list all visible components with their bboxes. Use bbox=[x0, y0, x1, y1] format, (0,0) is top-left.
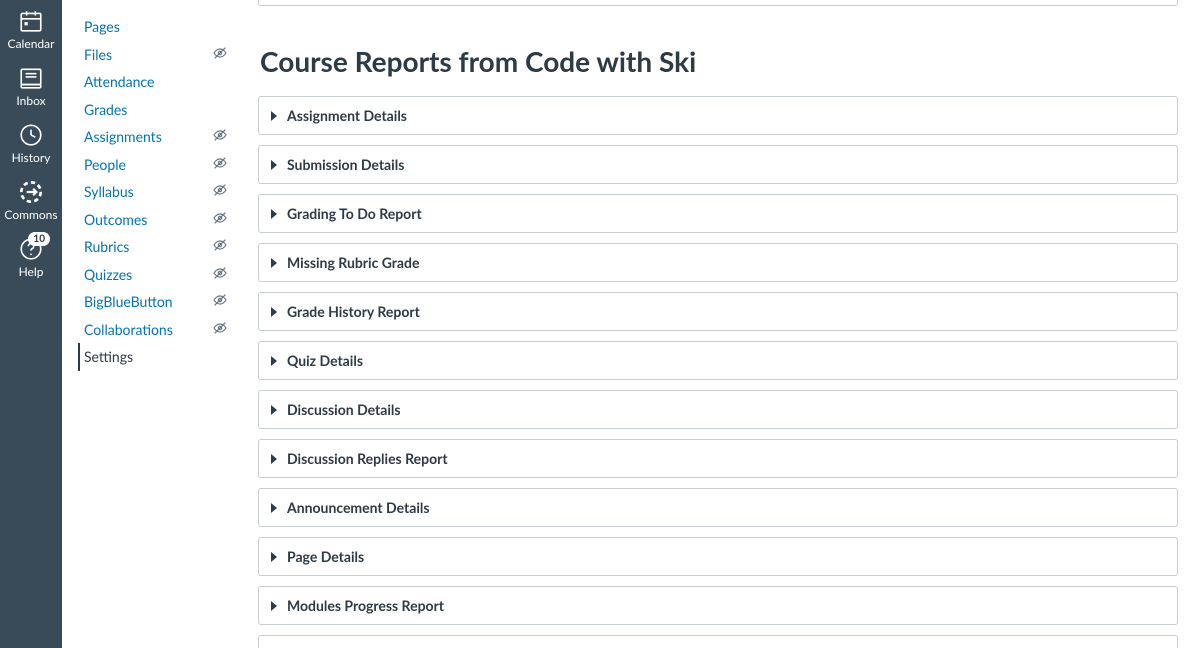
nav-help-label: Help bbox=[19, 264, 44, 279]
report-label: Announcement Details bbox=[287, 499, 430, 516]
course-nav-item[interactable]: BigBlueButton bbox=[84, 288, 240, 316]
course-nav-item[interactable]: Attendance bbox=[84, 68, 240, 96]
report-row[interactable]: Assignment Details bbox=[258, 96, 1178, 135]
report-label: Grading To Do Report bbox=[287, 205, 422, 222]
nav-commons-label: Commons bbox=[4, 207, 57, 222]
course-nav-link[interactable]: Assignments bbox=[84, 128, 162, 145]
disclosure-triangle-icon bbox=[271, 503, 277, 513]
disclosure-triangle-icon bbox=[271, 209, 277, 219]
report-row[interactable]: Enrollment Report bbox=[258, 635, 1178, 648]
top-card-fragment bbox=[258, 0, 1178, 6]
course-nav-item[interactable]: Files bbox=[84, 41, 240, 69]
report-label: Submission Details bbox=[287, 156, 404, 173]
course-nav-link[interactable]: Syllabus bbox=[84, 183, 134, 200]
report-row[interactable]: Submission Details bbox=[258, 145, 1178, 184]
course-nav-link[interactable]: Attendance bbox=[84, 73, 154, 90]
hidden-icon bbox=[212, 237, 228, 256]
course-nav-link[interactable]: Collaborations bbox=[84, 321, 173, 338]
report-label: Assignment Details bbox=[287, 107, 407, 124]
page-title: Course Reports from Code with Ski bbox=[260, 44, 1178, 78]
hidden-icon bbox=[212, 127, 228, 146]
course-nav-link[interactable]: Outcomes bbox=[84, 211, 147, 228]
hidden-icon bbox=[212, 320, 228, 339]
disclosure-triangle-icon bbox=[271, 454, 277, 464]
course-nav-item[interactable]: Quizzes bbox=[84, 261, 240, 289]
report-label: Modules Progress Report bbox=[287, 597, 444, 614]
course-nav-link[interactable]: Settings bbox=[84, 348, 133, 365]
course-nav-link[interactable]: Files bbox=[84, 46, 112, 63]
disclosure-triangle-icon bbox=[271, 405, 277, 415]
nav-inbox[interactable]: Inbox bbox=[0, 59, 62, 116]
hidden-icon bbox=[212, 265, 228, 284]
report-label: Grade History Report bbox=[287, 303, 420, 320]
course-nav-item[interactable]: Pages bbox=[84, 13, 240, 41]
report-label: Discussion Details bbox=[287, 401, 401, 418]
course-nav-item[interactable]: Grades bbox=[84, 96, 240, 124]
disclosure-triangle-icon bbox=[271, 160, 277, 170]
course-nav-item[interactable]: People bbox=[84, 151, 240, 179]
hidden-icon bbox=[212, 45, 228, 64]
report-row[interactable]: Discussion Details bbox=[258, 390, 1178, 429]
inbox-icon bbox=[18, 65, 44, 91]
nav-calendar-label: Calendar bbox=[8, 36, 55, 51]
report-label: Quiz Details bbox=[287, 352, 363, 369]
report-row[interactable]: Missing Rubric Grade bbox=[258, 243, 1178, 282]
report-row[interactable]: Quiz Details bbox=[258, 341, 1178, 380]
hidden-icon bbox=[212, 155, 228, 174]
report-row[interactable]: Modules Progress Report bbox=[258, 586, 1178, 625]
nav-calendar[interactable]: Calendar bbox=[0, 2, 62, 59]
report-row[interactable]: Grading To Do Report bbox=[258, 194, 1178, 233]
course-nav-item[interactable]: Rubrics bbox=[84, 233, 240, 261]
disclosure-triangle-icon bbox=[271, 111, 277, 121]
course-nav-item[interactable]: Collaborations bbox=[84, 316, 240, 344]
course-nav-link[interactable]: BigBlueButton bbox=[84, 293, 173, 310]
course-nav-item[interactable]: Syllabus bbox=[84, 178, 240, 206]
disclosure-triangle-icon bbox=[271, 356, 277, 366]
course-nav-link[interactable]: Grades bbox=[84, 101, 127, 118]
commons-icon bbox=[18, 179, 44, 205]
nav-help[interactable]: 10 Help bbox=[0, 230, 62, 287]
nav-commons[interactable]: Commons bbox=[0, 173, 62, 230]
disclosure-triangle-icon bbox=[271, 601, 277, 611]
disclosure-triangle-icon bbox=[271, 258, 277, 268]
help-badge: 10 bbox=[28, 232, 50, 246]
disclosure-triangle-icon bbox=[271, 552, 277, 562]
course-nav-link[interactable]: Pages bbox=[84, 18, 120, 35]
course-nav-link[interactable]: People bbox=[84, 156, 126, 173]
calendar-icon bbox=[18, 8, 44, 34]
report-label: Page Details bbox=[287, 548, 364, 565]
hidden-icon bbox=[212, 182, 228, 201]
course-nav-item[interactable]: Assignments bbox=[84, 123, 240, 151]
course-nav-link[interactable]: Quizzes bbox=[84, 266, 132, 283]
course-nav-link[interactable]: Rubrics bbox=[84, 238, 129, 255]
report-label: Missing Rubric Grade bbox=[287, 254, 419, 271]
report-row[interactable]: Grade History Report bbox=[258, 292, 1178, 331]
course-nav-list: Pages Files Attendance Grades Assignments Peo… bbox=[84, 13, 240, 371]
reports-list: Assignment Details Submission Details Grad… bbox=[258, 96, 1178, 648]
history-icon bbox=[18, 122, 44, 148]
course-nav-item[interactable]: Settings bbox=[78, 343, 240, 371]
report-row[interactable]: Announcement Details bbox=[258, 488, 1178, 527]
global-nav: Calendar Inbox History Commons 10 Help bbox=[0, 0, 62, 648]
course-nav: Pages Files Attendance Grades Assignments Peo… bbox=[62, 0, 240, 648]
disclosure-triangle-icon bbox=[271, 307, 277, 317]
hidden-icon bbox=[212, 210, 228, 229]
main-content: Course Reports from Code with Ski Assign… bbox=[240, 0, 1196, 648]
report-row[interactable]: Discussion Replies Report bbox=[258, 439, 1178, 478]
nav-history[interactable]: History bbox=[0, 116, 62, 173]
hidden-icon bbox=[212, 292, 228, 311]
course-nav-item[interactable]: Outcomes bbox=[84, 206, 240, 234]
report-row[interactable]: Page Details bbox=[258, 537, 1178, 576]
nav-inbox-label: Inbox bbox=[16, 93, 45, 108]
nav-history-label: History bbox=[12, 150, 51, 165]
report-label: Discussion Replies Report bbox=[287, 450, 448, 467]
